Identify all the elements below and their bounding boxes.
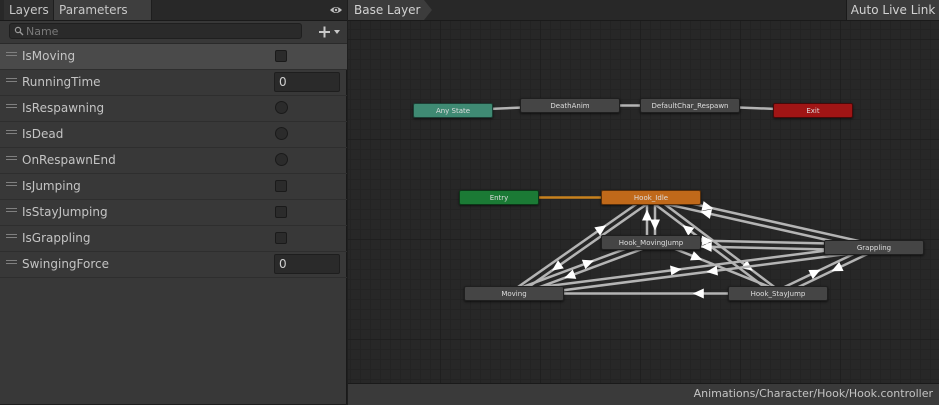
breadcrumb[interactable]: Base Layer: [348, 0, 432, 20]
drag-handle-icon[interactable]: [6, 130, 17, 137]
transition-arrow-icon: [642, 209, 652, 221]
drag-handle-icon[interactable]: [6, 182, 17, 189]
parameter-name: IsGrappling: [22, 231, 91, 245]
parameter-row-isdead[interactable]: IsDead: [0, 122, 347, 148]
drag-handle-icon[interactable]: [6, 52, 17, 59]
parameter-row-isstayjumping[interactable]: IsStayJumping: [0, 200, 347, 226]
drag-handle-icon[interactable]: [6, 260, 17, 267]
parameter-name: OnRespawnEnd: [22, 153, 116, 167]
state-default-respawn[interactable]: DefaultChar_Respawn: [640, 98, 740, 113]
parameter-name: IsJumping: [22, 179, 81, 193]
panel-tabs: Layers Parameters: [0, 0, 347, 21]
bool-checkbox[interactable]: [275, 206, 287, 218]
drag-handle-icon[interactable]: [6, 234, 17, 241]
search-input[interactable]: [26, 24, 296, 38]
parameter-name: IsStayJumping: [22, 205, 108, 219]
drag-handle-icon[interactable]: [6, 78, 17, 85]
state-hook-stay-jump[interactable]: Hook_StayJump: [728, 286, 828, 301]
add-parameter-button[interactable]: [316, 23, 344, 41]
parameter-row-runningtime[interactable]: RunningTime 0: [0, 70, 347, 96]
drag-handle-icon[interactable]: [6, 104, 17, 111]
controller-path: Animations/Character/Hook/Hook.controlle…: [693, 387, 933, 400]
float-input[interactable]: 0: [274, 72, 340, 92]
tab-parameters[interactable]: Parameters: [54, 0, 152, 20]
parameter-row-ismoving[interactable]: IsMoving: [0, 44, 347, 70]
graph-toolbar: Base Layer Auto Live Link: [348, 0, 939, 21]
state-moving[interactable]: Moving: [464, 286, 564, 301]
status-bar: Animations/Character/Hook/Hook.controlle…: [348, 383, 939, 405]
tab-layers[interactable]: Layers: [4, 0, 54, 20]
auto-live-link-button[interactable]: Auto Live Link: [846, 0, 939, 20]
state-grappling[interactable]: Grappling: [824, 240, 924, 255]
trigger-radio[interactable]: [275, 153, 288, 166]
trigger-radio[interactable]: [275, 101, 288, 114]
state-exit[interactable]: Exit: [773, 103, 853, 118]
parameter-name: IsMoving: [22, 49, 76, 63]
parameter-name: RunningTime: [22, 75, 101, 89]
parameter-row-isrespawning[interactable]: IsRespawning: [0, 96, 347, 122]
parameter-name: SwingingForce: [22, 257, 110, 271]
drag-handle-icon[interactable]: [6, 156, 17, 163]
bool-checkbox[interactable]: [275, 232, 287, 244]
parameter-row-isjumping[interactable]: IsJumping: [0, 174, 347, 200]
parameter-name: IsRespawning: [22, 101, 105, 115]
search-field[interactable]: [9, 23, 302, 39]
parameters-panel: Layers Parameters IsMoving: [0, 0, 347, 404]
float-input[interactable]: 0: [274, 254, 340, 274]
chevron-down-icon: [334, 30, 340, 34]
animator-graph-panel: Base Layer Auto Live Link Any State Deat…: [348, 0, 939, 405]
search-row: [0, 21, 347, 44]
state-any-state[interactable]: Any State: [413, 103, 493, 118]
transition-arrow-icon: [650, 219, 660, 231]
parameter-name: IsDead: [22, 127, 64, 141]
trigger-radio[interactable]: [275, 127, 288, 140]
transition-arrow-icon: [692, 288, 704, 299]
state-death-anim[interactable]: DeathAnim: [520, 98, 620, 113]
bool-checkbox[interactable]: [275, 180, 287, 192]
parameter-row-swingingforce[interactable]: SwingingForce 0: [0, 252, 347, 278]
breadcrumb-label: Base Layer: [354, 3, 421, 17]
parameter-list: IsMoving RunningTime 0 IsRespawning IsDe…: [0, 44, 347, 278]
bool-checkbox[interactable]: [275, 50, 287, 62]
state-entry[interactable]: Entry: [459, 190, 539, 205]
parameter-row-isgrappling[interactable]: IsGrappling: [0, 226, 347, 252]
state-hook-moving-jump[interactable]: Hook_MovingJump: [601, 235, 701, 250]
state-hook-idle[interactable]: Hook_Idle: [601, 190, 701, 205]
eye-icon[interactable]: [329, 3, 343, 17]
drag-handle-icon[interactable]: [6, 208, 17, 215]
plus-icon: [319, 26, 330, 38]
parameter-row-onrespawnend[interactable]: OnRespawnEnd: [0, 148, 347, 174]
search-icon: [14, 26, 24, 36]
state-machine-canvas[interactable]: Any State DeathAnim DefaultChar_Respawn …: [348, 21, 939, 383]
